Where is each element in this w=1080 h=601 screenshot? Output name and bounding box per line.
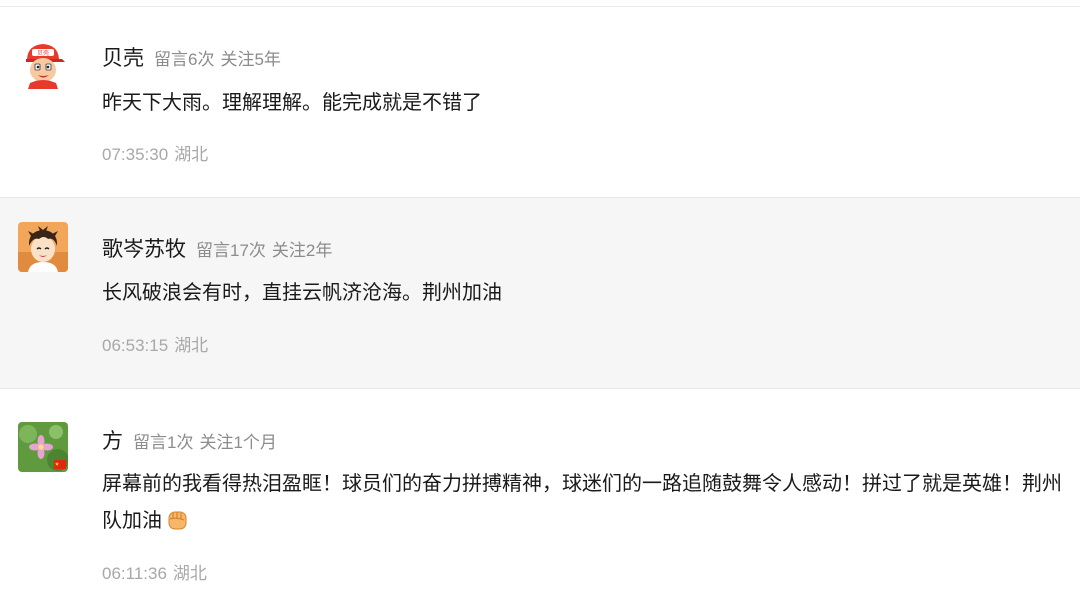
nickname[interactable]: 方 [102, 430, 123, 453]
avatar[interactable]: 贝壳 [18, 39, 68, 89]
comment-text: 屏幕前的我看得热泪盈眶！球员们的奋力拼搏精神，球迷们的一路追随鼓舞令人感动！拼过… [102, 473, 1062, 532]
comment-content: 昨天下大雨。理解理解。能完成就是不错了 [102, 92, 482, 114]
comment-time: 06:11:36 [102, 564, 167, 583]
comment-time: 06:53:15 [102, 336, 169, 355]
message-count: 留言6次 [154, 49, 215, 69]
comment-item: 贝壳 贝壳 留言6次 关注5年 昨天下大雨。理解理解。能完成就是不错了 07:35:… [0, 7, 1080, 198]
comment-meta: 方留言1次 关注1个月 [102, 425, 277, 455]
fist-emoji-icon [168, 511, 187, 530]
avatar[interactable] [18, 222, 68, 272]
comment-time: 07:35:30 [102, 145, 169, 164]
follow-duration: 关注5年 [220, 49, 281, 69]
message-count: 留言1次 [133, 432, 194, 452]
comment-item: 方留言1次 关注1个月 屏幕前的我看得热泪盈眶！球员们的奋力拼搏精神，球迷们的一路… [0, 389, 1080, 601]
follow-duration: 关注2年 [271, 240, 333, 260]
comment-location: 湖北 [174, 336, 209, 355]
comment-location: 湖北 [172, 564, 207, 583]
cartoon-boy-red-cap-avatar-icon: 贝壳 [18, 39, 68, 89]
message-count: 留言17次 [196, 240, 266, 260]
nickname[interactable]: 贝壳 [102, 47, 144, 70]
comment-content: 屏幕前的我看得热泪盈眶！球员们的奋力拼搏精神，球迷们的一路追随鼓舞令人感动！拼过… [102, 466, 1064, 540]
comment-footer: 07:35:30 湖北 [102, 140, 208, 165]
comment-content: 长风破浪会有时，直挂云帆济沧海。荆州加油 [102, 282, 502, 304]
avatar[interactable] [18, 422, 68, 472]
avatar-cap-text: 贝壳 [37, 49, 49, 57]
comment-meta: 贝壳 留言6次 关注5年 [102, 42, 281, 72]
comment-footer: 06:53:15 湖北 [102, 331, 208, 356]
pink-flower-avatar-icon [18, 422, 68, 472]
comment-location: 湖北 [174, 145, 209, 164]
comment-item: 歌岑苏牧 留言17次 关注2年 长风破浪会有时，直挂云帆济沧海。荆州加油 06:53… [0, 198, 1080, 389]
comment-meta: 歌岑苏牧 留言17次 关注2年 [102, 233, 332, 263]
nickname[interactable]: 歌岑苏牧 [102, 238, 186, 261]
anime-character-avatar-icon [18, 222, 68, 272]
follow-duration: 关注1个月 [199, 432, 277, 452]
comment-footer: 06:11:36 湖北 [102, 559, 207, 584]
